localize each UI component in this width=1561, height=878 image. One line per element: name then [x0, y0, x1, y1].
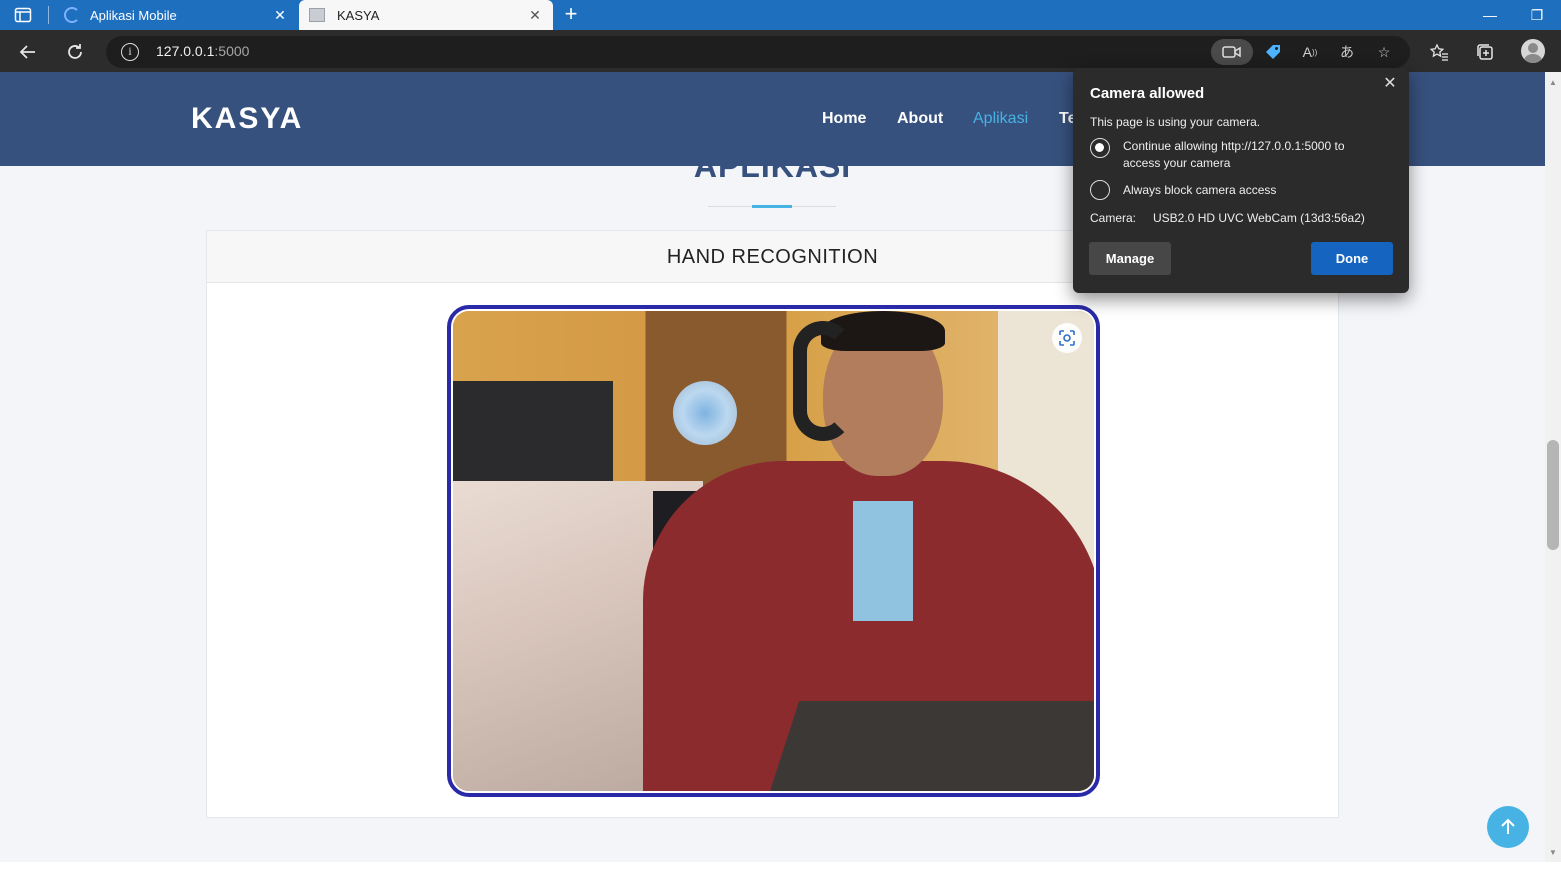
- block-camera-label[interactable]: Always block camera access: [1123, 182, 1383, 199]
- scroll-up-icon[interactable]: ▲: [1548, 78, 1558, 88]
- popup-description: This page is using your camera.: [1090, 115, 1261, 129]
- minimize-icon[interactable]: —: [1475, 4, 1505, 26]
- tab-title: Aplikasi Mobile: [90, 7, 177, 23]
- new-tab-icon[interactable]: +: [560, 3, 582, 25]
- translate-icon[interactable]: あ: [1336, 41, 1358, 63]
- allow-camera-label[interactable]: Continue allowing http://127.0.0.1:5000 …: [1123, 138, 1383, 172]
- camera-icon[interactable]: [1211, 39, 1253, 65]
- close-icon[interactable]: ✕: [527, 7, 543, 23]
- webcam-video[interactable]: [447, 305, 1100, 797]
- manage-button[interactable]: Manage: [1089, 242, 1171, 275]
- bottom-strip: [0, 862, 1561, 878]
- nav-about[interactable]: About: [897, 110, 943, 128]
- tab-bar: Aplikasi Mobile ✕ KASYA ✕ + — ❐: [0, 0, 1561, 30]
- tag-icon[interactable]: [1262, 41, 1284, 63]
- person-tee: [853, 501, 913, 621]
- site-logo[interactable]: KASYA: [191, 102, 303, 136]
- webcam-frame: [453, 311, 1094, 791]
- close-icon[interactable]: ✕: [272, 7, 288, 23]
- tab-divider: [48, 6, 49, 24]
- tab-favicon: [309, 8, 325, 22]
- url-host: 127.0.0.1: [156, 43, 215, 59]
- desk-fan: [673, 381, 737, 445]
- back-icon[interactable]: [14, 38, 42, 66]
- tab-aplikasi-mobile[interactable]: Aplikasi Mobile ✕: [54, 0, 298, 30]
- restore-icon[interactable]: ❐: [1522, 4, 1552, 26]
- tab-favicon: [64, 7, 80, 23]
- title-accent: [752, 205, 792, 208]
- allow-camera-radio[interactable]: [1090, 138, 1110, 158]
- popup-title: Camera allowed: [1090, 85, 1205, 102]
- back-to-top-button[interactable]: [1487, 806, 1529, 848]
- hand-recognition-card: HAND RECOGNITION: [206, 230, 1339, 818]
- refresh-icon[interactable]: [61, 38, 89, 66]
- scroll-down-icon[interactable]: ▼: [1548, 848, 1558, 858]
- browser-toolbar: i 127.0.0.1:5000 A)) あ ☆: [0, 30, 1561, 72]
- tab-kasya[interactable]: KASYA ✕: [299, 0, 553, 30]
- headset: [793, 321, 853, 441]
- nav-aplikasi[interactable]: Aplikasi: [973, 110, 1028, 128]
- block-camera-radio[interactable]: [1090, 180, 1110, 200]
- url-text[interactable]: 127.0.0.1:5000: [156, 43, 249, 59]
- sidebar-icon[interactable]: [14, 6, 32, 24]
- camera-device-name: USB2.0 HD UVC WebCam (13d3:56a2): [1153, 211, 1365, 225]
- desk: [766, 701, 1094, 791]
- page-scrollbar[interactable]: ▲ ▼: [1545, 72, 1561, 862]
- profile-icon[interactable]: [1521, 39, 1545, 63]
- camera-permission-popup: Camera allowed ✕ This page is using your…: [1073, 68, 1409, 293]
- collections-icon[interactable]: [1471, 38, 1499, 66]
- favorites-icon[interactable]: [1425, 38, 1453, 66]
- favorite-add-icon[interactable]: ☆: [1373, 41, 1395, 63]
- camera-label: Camera:: [1090, 211, 1137, 225]
- nav-home[interactable]: Home: [822, 110, 866, 128]
- done-button[interactable]: Done: [1311, 242, 1393, 275]
- read-aloud-icon[interactable]: A)): [1299, 41, 1321, 63]
- scroll-thumb[interactable]: [1547, 440, 1559, 550]
- close-icon[interactable]: ✕: [1381, 75, 1399, 93]
- info-icon[interactable]: i: [121, 43, 139, 61]
- tab-title: KASYA: [337, 7, 380, 23]
- visual-search-icon[interactable]: [1052, 323, 1082, 353]
- address-bar[interactable]: i 127.0.0.1:5000 A)) あ ☆: [106, 36, 1410, 68]
- url-port: :5000: [214, 43, 250, 59]
